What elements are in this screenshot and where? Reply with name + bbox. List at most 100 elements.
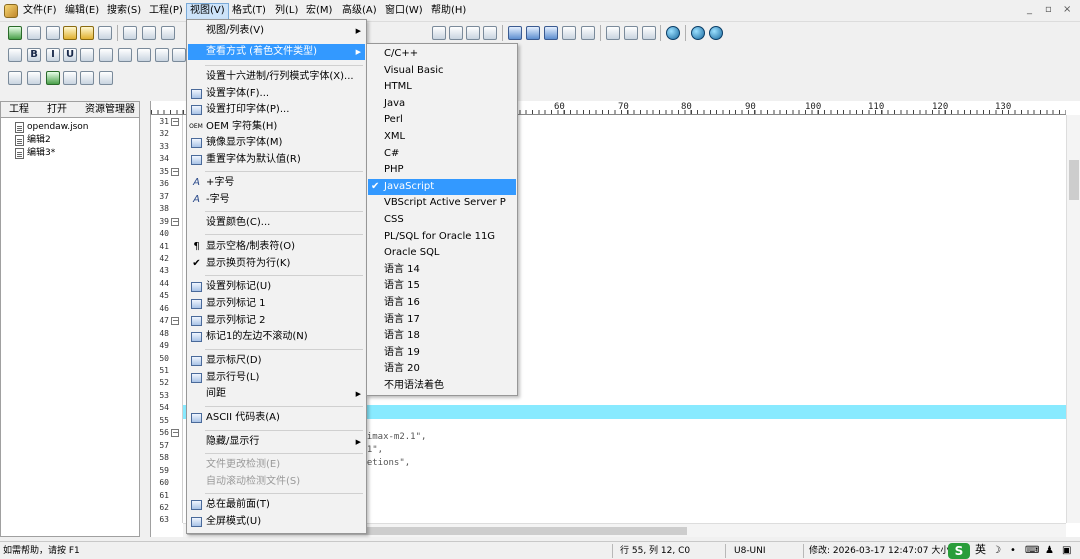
cascade-windows-icon[interactable] (642, 26, 656, 40)
restore-button[interactable]: ▫ (1045, 4, 1052, 15)
view-menu-item[interactable]: ASCII 代码表(A) (188, 410, 365, 426)
menu-macro[interactable]: 宏(M) (303, 4, 335, 20)
syntax-language-item[interactable]: 不用语法着色 (368, 378, 516, 394)
view-menu-item[interactable]: 重置字体为默认值(R) (188, 152, 365, 168)
split-vertical-icon[interactable] (624, 26, 638, 40)
justify-icon[interactable] (483, 26, 497, 40)
find-next-icon[interactable] (526, 26, 540, 40)
file-item[interactable]: 编辑2 (15, 135, 51, 146)
user-icon[interactable]: ♟ (1045, 545, 1054, 557)
view-menu-item[interactable]: 间距 ▶ (188, 386, 365, 402)
split-horizontal-icon[interactable] (606, 26, 620, 40)
view-menu-item[interactable]: 设置十六进制/行列模式字体(X)... (188, 69, 365, 85)
close-button[interactable]: × (1063, 4, 1071, 15)
view-menu-item[interactable]: A -字号 (188, 192, 365, 208)
grid-icon[interactable]: ▣ (1062, 545, 1071, 557)
view-menu-item[interactable]: 显示标尺(D) (188, 353, 365, 369)
replace-icon[interactable] (562, 26, 576, 40)
copy-block-icon[interactable] (27, 71, 41, 85)
print-preview-icon[interactable] (142, 26, 156, 40)
info-icon[interactable] (691, 26, 705, 40)
fold-toggle-icon[interactable]: − (171, 429, 179, 438)
view-menu-item[interactable]: 设置列标记(U) (188, 279, 365, 295)
fold-toggle-icon[interactable]: − (171, 167, 179, 176)
syntax-language-item[interactable]: Perl (368, 112, 516, 128)
syntax-language-item[interactable]: 语言 17 (368, 312, 516, 328)
compare-icon[interactable] (46, 71, 60, 85)
bold-icon[interactable]: B (27, 48, 41, 62)
syntax-language-item[interactable]: ✔ JavaScript (368, 178, 516, 195)
view-menu-item[interactable]: 显示列标记 2 (188, 313, 365, 329)
syntax-language-item[interactable]: Java (368, 96, 516, 112)
menu-advanced[interactable]: 高级(A) (339, 4, 380, 20)
spell-check-icon[interactable] (99, 71, 113, 85)
syntax-language-item[interactable]: 语言 18 (368, 328, 516, 344)
help-icon[interactable] (709, 26, 723, 40)
view-menu-item[interactable]: 设置颜色(C)... (188, 215, 365, 231)
syntax-language-item[interactable]: CSS (368, 212, 516, 228)
print-icon[interactable] (123, 26, 137, 40)
menu-edit[interactable]: 编辑(E) (62, 4, 102, 20)
view-menu-item[interactable]: 设置打印字体(P)... (188, 102, 365, 118)
tab-open[interactable]: 打开 (47, 104, 67, 116)
view-menu-item[interactable]: ¶ 显示空格/制表符(O) (188, 239, 365, 255)
menu-help[interactable]: 帮助(H) (428, 4, 469, 20)
uppercase-icon[interactable] (137, 48, 151, 62)
file-item[interactable]: opendaw.json (15, 122, 88, 133)
outdent-icon[interactable] (99, 48, 113, 62)
view-menu-item[interactable]: 视图/列表(V) ▶ (188, 23, 365, 39)
fold-toggle-icon[interactable]: − (171, 317, 179, 326)
align-right-icon[interactable] (466, 26, 480, 40)
file-item[interactable]: 编辑3* (15, 148, 55, 159)
save-icon[interactable] (98, 26, 112, 40)
close-file-icon[interactable] (161, 26, 175, 40)
fold-toggle-icon[interactable]: − (171, 118, 179, 126)
syntax-language-item[interactable]: 语言 19 (368, 345, 516, 361)
scroll-thumb[interactable] (1069, 160, 1079, 200)
syntax-language-item[interactable]: XML (368, 129, 516, 145)
align-left-icon[interactable] (432, 26, 446, 40)
globe-icon[interactable] (666, 26, 680, 40)
menu-view[interactable]: 视图(V) (186, 3, 229, 20)
indent-icon[interactable] (80, 48, 94, 62)
view-menu-item[interactable]: 镜像显示字体(M) (188, 135, 365, 151)
menu-search[interactable]: 搜索(S) (104, 4, 144, 20)
syntax-language-item[interactable]: VBScript Active Server P (368, 195, 516, 211)
find-in-files-icon[interactable] (581, 26, 595, 40)
syntax-language-item[interactable]: HTML (368, 79, 516, 95)
menu-project[interactable]: 工程(P) (146, 4, 186, 20)
menu-file[interactable]: 文件(F) (20, 4, 60, 20)
syntax-language-item[interactable]: PL/SQL for Oracle 11G (368, 229, 516, 245)
ime-moon-icon[interactable]: ☽ (992, 545, 1001, 557)
trim-icon[interactable] (172, 48, 186, 62)
view-menu-item[interactable]: 显示行号(L) (188, 370, 365, 386)
view-menu-item[interactable]: 总在最前面(T) (188, 497, 365, 513)
menu-format[interactable]: 格式(T) (229, 4, 269, 20)
column-mode-icon[interactable] (80, 71, 94, 85)
view-menu-item[interactable]: 设置字体(F)... (188, 86, 365, 102)
new-file-icon[interactable] (46, 26, 60, 40)
syntax-language-item[interactable]: Visual Basic (368, 63, 516, 79)
underline-icon[interactable]: U (63, 48, 77, 62)
keyboard-icon[interactable]: ⌨ (1025, 545, 1039, 557)
syntax-language-item[interactable]: C/C++ (368, 46, 516, 62)
syntax-language-item[interactable]: 语言 16 (368, 295, 516, 311)
syntax-language-item[interactable]: C# (368, 146, 516, 162)
view-menu-item[interactable]: 标记1的左边不滚动(N) (188, 329, 365, 345)
syntax-language-item[interactable]: Oracle SQL (368, 245, 516, 261)
ime-language-toggle[interactable]: 英 (975, 544, 986, 556)
menu-window[interactable]: 窗口(W) (382, 4, 426, 20)
syntax-language-item[interactable]: 语言 14 (368, 262, 516, 278)
view-menu-item[interactable]: ✔ 显示换页符为行(K) (188, 256, 365, 272)
ime-dot-icon[interactable]: • (1010, 545, 1016, 557)
ime-logo-icon[interactable]: S (948, 543, 970, 559)
tab-project[interactable]: 工程 (9, 104, 29, 116)
back-arrow-icon[interactable] (8, 26, 22, 40)
view-menu-item[interactable]: 全屏模式(U) (188, 514, 365, 530)
view-menu-item[interactable]: 隐藏/显示行 ▶ (188, 434, 365, 450)
open-folder-icon[interactable] (63, 26, 77, 40)
view-menu-item[interactable]: A +字号 (188, 175, 365, 191)
view-menu-item[interactable]: OEM OEM 字符集(H) (188, 119, 365, 135)
italic-icon[interactable]: I (46, 48, 60, 62)
code-icon[interactable] (8, 48, 22, 62)
